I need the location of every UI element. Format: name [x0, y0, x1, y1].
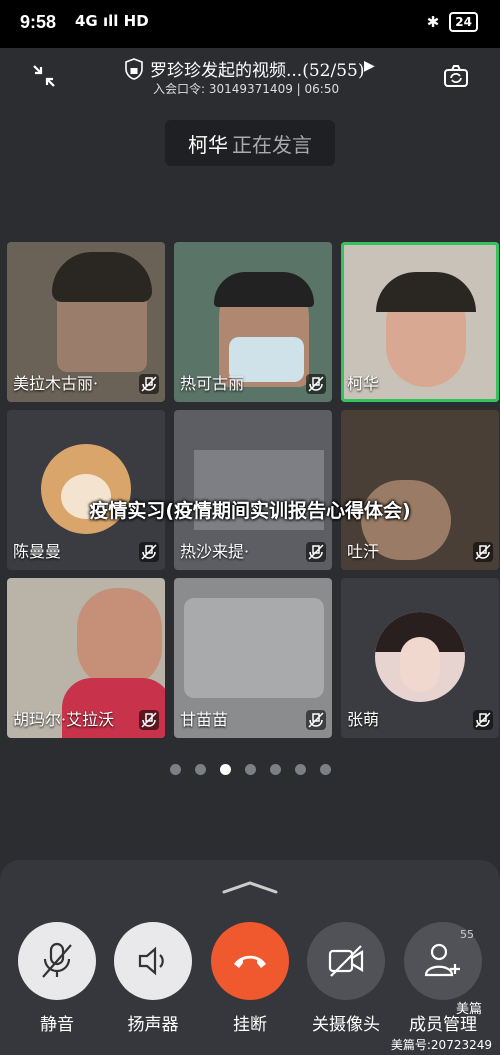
article-overlay-title: 疫情实习(疫情期间实训报告心得体会) [89, 500, 411, 522]
page-dot-active[interactable] [220, 764, 231, 775]
video-tile[interactable]: 甘苗苗 [174, 578, 332, 738]
participant-name: 胡玛尔·艾拉沃 [13, 710, 115, 729]
add-member-icon [424, 943, 460, 977]
participant-name: 甘苗苗 [180, 710, 229, 729]
speaker-icon [138, 946, 164, 976]
page-dot[interactable] [270, 764, 281, 775]
camera-label: 关摄像头 [312, 1015, 380, 1035]
speaking-status: 正在发言 [232, 133, 312, 157]
camera-off-button[interactable] [307, 922, 385, 1000]
speaking-indicator: 柯华 正在发言 [165, 120, 335, 166]
participant-name: 陈曼曼 [13, 542, 62, 561]
network-indicator: 4G ıll HD [75, 12, 149, 30]
participant-name: 张萌 [347, 710, 380, 729]
switch-camera-icon[interactable] [442, 62, 470, 90]
page-dot[interactable] [245, 764, 256, 775]
collapse-icon[interactable] [30, 62, 58, 90]
video-tile[interactable]: 热沙来提· [174, 410, 332, 570]
camera-off-icon [328, 945, 364, 977]
mic-muted-icon [139, 710, 159, 730]
hangup-label: 挂断 [233, 1015, 267, 1035]
video-tile[interactable]: 胡玛尔·艾拉沃 [7, 578, 165, 738]
participant-name: 热沙来提· [180, 542, 250, 561]
mic-muted-icon [139, 542, 159, 562]
video-tile[interactable]: 陈曼曼 [7, 410, 165, 570]
mic-muted-icon [306, 710, 326, 730]
status-time: 9:58 [20, 12, 57, 32]
status-bar: 9:58 4G ıll HD ✱ 24 [0, 0, 500, 48]
video-tile-active[interactable]: 柯华 [341, 242, 499, 402]
participant-name: 柯华 [347, 374, 380, 393]
video-tile[interactable]: 吐汗 [341, 410, 499, 570]
mic-muted-icon [306, 542, 326, 562]
page-dot[interactable] [320, 764, 331, 775]
participant-name: 吐汗 [347, 542, 380, 561]
hangup-icon [234, 955, 266, 968]
avatar [375, 612, 465, 702]
mic-muted-icon [42, 942, 72, 978]
mic-muted-icon [473, 542, 493, 562]
lock-icon [125, 58, 143, 80]
speaker-name: 柯华 [188, 133, 228, 157]
mic-muted-icon [306, 374, 326, 394]
participant-name: 热可古丽 [180, 374, 245, 393]
bluetooth-icon: ✱ [426, 13, 440, 31]
page-dot[interactable] [195, 764, 206, 775]
page-indicator[interactable] [170, 764, 331, 775]
mic-muted-icon [139, 374, 159, 394]
mic-muted-icon [473, 710, 493, 730]
chevron-up-icon[interactable] [222, 880, 278, 894]
mute-button[interactable] [18, 922, 96, 1000]
watermark-id: 美篇号:20723249 [390, 1038, 492, 1052]
member-count-badge: 55 [460, 928, 474, 941]
meeting-title[interactable]: 罗珍珍发起的视频...(52/55) [150, 56, 364, 81]
page-dot[interactable] [295, 764, 306, 775]
hangup-button[interactable] [211, 922, 289, 1000]
speaker-label: 扬声器 [127, 1015, 179, 1035]
video-tile[interactable]: 美拉木古丽· [7, 242, 165, 402]
meeting-header: 罗珍珍发起的视频...(52/55) ▶ 入会口令: 30149371409 |… [0, 48, 500, 108]
video-tile[interactable]: 热可古丽 [174, 242, 332, 402]
video-tile[interactable]: 张萌 [341, 578, 499, 738]
speaker-button[interactable] [114, 922, 192, 1000]
watermark-brand: 美篇 [455, 1002, 482, 1017]
mute-label: 静音 [40, 1015, 74, 1035]
battery-icon: 24 [449, 12, 478, 32]
play-arrow-icon[interactable]: ▶ [364, 58, 375, 74]
page-dot[interactable] [170, 764, 181, 775]
participant-name: 美拉木古丽· [13, 374, 99, 393]
meeting-info: 入会口令: 30149371409 | 06:50 [153, 82, 340, 96]
